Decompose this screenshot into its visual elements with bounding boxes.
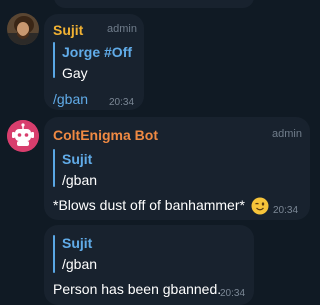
message-time: 20:34 [220, 288, 246, 299]
reply-text: /gban [62, 172, 98, 188]
admin-badge: admin [272, 128, 302, 140]
message-bubble[interactable]: Sujit admin Jorge #Off Gay /gban 20:34 [44, 14, 144, 110]
message-time: 20:34 [273, 205, 299, 216]
reply-text: /gban [62, 256, 98, 272]
reply-sender-name[interactable]: Sujit [62, 151, 92, 167]
message-text: Person has been gbanned. [53, 281, 222, 297]
sender-name[interactable]: ColtEnigma Bot [53, 127, 158, 143]
reply-quote-bar [53, 149, 55, 187]
message-bubble[interactable]: Sujit /gban Person has been gbanned. 20:… [44, 225, 254, 305]
reply-sender-name[interactable]: Jorge #Off [62, 44, 132, 60]
message-time: 20:34 [109, 97, 135, 108]
admin-badge: admin [107, 23, 137, 35]
reply-quote-bar [53, 235, 55, 273]
sender-name[interactable]: Sujit [53, 22, 83, 38]
wink-emoji-icon [251, 197, 269, 215]
message-text: *Blows dust off of banhammer* [53, 197, 269, 215]
message-bubble-previous [54, 0, 254, 8]
user-avatar-sujit[interactable] [7, 13, 39, 45]
robot-icon [7, 120, 39, 152]
message-body: *Blows dust off of banhammer* [53, 197, 245, 213]
reply-quote-bar [53, 42, 55, 78]
reply-text: Gay [62, 65, 88, 81]
reply-sender-name[interactable]: Sujit [62, 235, 92, 251]
command-link[interactable]: /gban [53, 91, 88, 107]
bot-avatar[interactable] [7, 120, 39, 152]
message-bubble[interactable]: ColtEnigma Bot admin Sujit /gban *Blows … [44, 117, 310, 220]
